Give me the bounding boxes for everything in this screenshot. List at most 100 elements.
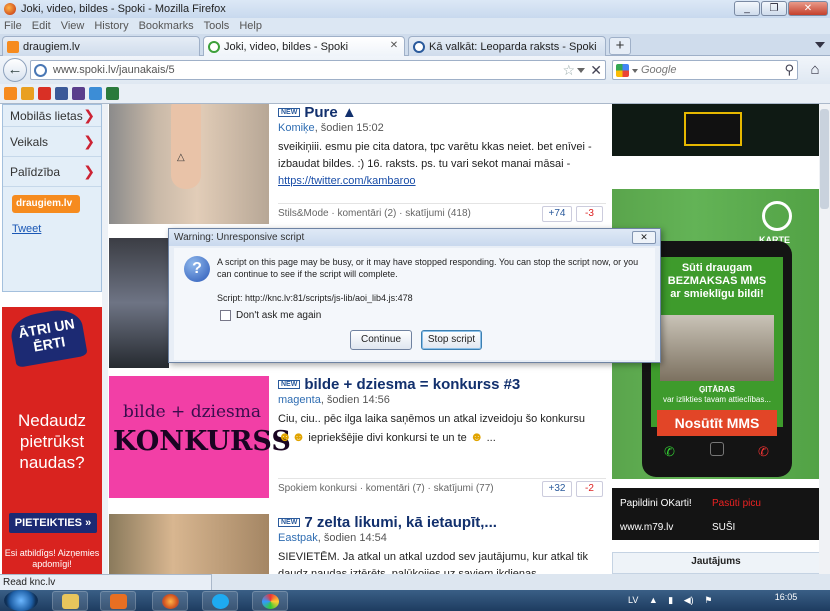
network-icon[interactable]: ▮ — [668, 595, 673, 605]
url-text[interactable]: www.spoki.lv/jaunakais/5 — [53, 64, 175, 76]
checkbox-box[interactable] — [220, 310, 231, 321]
vote-down-button[interactable]: -3 — [576, 206, 603, 222]
google-engine-icon[interactable] — [616, 64, 629, 77]
article-thumbnail[interactable] — [109, 514, 269, 574]
clock[interactable]: 16:05 — [766, 592, 806, 602]
send-mms-button[interactable]: Nosūtīt MMS — [657, 410, 777, 436]
link-papildini[interactable]: Papildini OKarti! — [620, 498, 692, 509]
article-stats: Spokiem konkursi · komentāri (7) · skatī… — [278, 482, 494, 494]
url-bar[interactable]: www.spoki.lv/jaunakais/5 ☆ ✕ — [30, 60, 606, 80]
vote-up-button[interactable]: +74 — [542, 206, 572, 222]
flag-icon[interactable]: ⚑ — [704, 595, 712, 605]
continue-button[interactable]: Continue — [350, 330, 412, 350]
home-button[interactable]: ⌂ — [805, 61, 825, 80]
search-magnifier-icon[interactable]: ⚲ — [784, 62, 794, 78]
link-susi[interactable]: SUŠI — [712, 522, 735, 533]
taskbar-firefox[interactable] — [152, 591, 188, 611]
bookmark-draugiem-icon[interactable] — [4, 87, 17, 100]
article-author[interactable]: Komiķe — [278, 122, 315, 134]
article-thumbnail[interactable] — [109, 238, 169, 368]
tattoo-triangle-icon: △ — [177, 152, 185, 163]
search-engine-chevron-down-icon[interactable] — [632, 69, 638, 73]
article-text: ... — [486, 432, 496, 444]
url-dropdown-chevron-down-icon[interactable] — [577, 68, 585, 73]
tweet-link[interactable]: Tweet — [12, 223, 101, 235]
article-title-row: NEW bilde + dziesma = konkurss #3 — [278, 376, 606, 393]
draugiem-share-button[interactable]: draugiem.lv — [12, 195, 80, 213]
left-column-divider — [102, 104, 108, 574]
search-bar[interactable]: Google ⚲ — [612, 60, 798, 80]
system-tray: LV ▲ ▮ ◀) ⚑ — [628, 590, 712, 611]
dialog-close-button[interactable]: ✕ — [632, 231, 656, 244]
back-button[interactable]: ← — [3, 58, 27, 82]
tab-draugiem[interactable]: draugiem.lv — [2, 36, 200, 56]
tab-label: Kā valkāt: Leoparda raksts - Spoki — [429, 40, 597, 53]
minimize-button[interactable]: _ — [734, 1, 760, 16]
tab-list-chevron-down-icon[interactable] — [815, 42, 825, 48]
bookmark-gmail-icon[interactable] — [38, 87, 51, 100]
taskbar-paint[interactable] — [252, 591, 288, 611]
link-picu[interactable]: Pasūti picu — [712, 498, 761, 509]
menu-bookmarks[interactable]: Bookmarks — [139, 20, 194, 32]
menu-view[interactable]: View — [61, 20, 85, 32]
promo-banner[interactable] — [612, 104, 820, 156]
close-window-button[interactable]: ✕ — [788, 1, 828, 16]
dont-ask-checkbox[interactable]: Don't ask me again — [220, 310, 321, 321]
menu-help[interactable]: Help — [239, 20, 262, 32]
search-input[interactable]: Google — [641, 64, 676, 76]
article-footer: Stils&Mode · komentāri (2) · skatījumi (… — [278, 203, 606, 222]
article-thumbnail[interactable]: bilde + dziesma KONKURSS — [109, 376, 291, 498]
nav-item-help[interactable]: Palīdzība ❯ — [3, 157, 101, 187]
taskbar-skype[interactable] — [202, 591, 238, 611]
ad-apply-button[interactable]: PIETEIKTIES » — [9, 513, 97, 533]
article-time: , šodien 14:54 — [317, 532, 387, 544]
article-thumbnail[interactable]: △ — [109, 104, 269, 224]
article-author[interactable]: Eastpak — [278, 532, 318, 544]
loan-advertisement[interactable]: ĀTRI UN ĒRTI Nedaudz pietrūkst naudas? P… — [2, 307, 102, 574]
article-title[interactable]: 7 zelta likumi, kā ietaupīt,... — [304, 514, 497, 531]
start-button[interactable] — [4, 590, 38, 611]
site-identity-icon[interactable] — [34, 64, 47, 77]
article-title[interactable]: Pure ▲ — [304, 104, 356, 121]
bookmark-people-icon[interactable] — [89, 87, 102, 100]
menu-edit[interactable]: Edit — [32, 20, 51, 32]
status-bar: Read knc.lv — [0, 574, 212, 590]
bookmark-site-icon[interactable] — [72, 87, 85, 100]
menu-tools[interactable]: Tools — [204, 20, 230, 32]
bookmark-inbox-icon[interactable] — [21, 87, 34, 100]
scrollbar-thumb[interactable] — [820, 109, 829, 209]
restore-button[interactable]: ❐ — [761, 1, 787, 16]
folder-icon — [62, 594, 79, 609]
taskbar-media-player[interactable] — [100, 591, 136, 611]
vote-down-button[interactable]: -2 — [576, 481, 603, 497]
gift-box-image — [684, 112, 742, 146]
tray-arrow-icon[interactable]: ▲ — [649, 595, 658, 605]
link-m79[interactable]: www.m79.lv — [620, 522, 673, 533]
nav-item-shop[interactable]: Veikals ❯ — [3, 127, 101, 157]
stop-script-button[interactable]: Stop script — [421, 330, 482, 350]
reload-icon[interactable]: ✕ — [590, 62, 602, 79]
language-indicator[interactable]: LV — [628, 595, 638, 605]
page-scrollbar[interactable] — [819, 104, 830, 574]
question-icon: ? — [184, 256, 210, 282]
tab-label: Joki, video, bildes - Spoki — [224, 41, 349, 53]
new-tab-button[interactable]: + — [609, 37, 631, 55]
taskbar-explorer[interactable] — [52, 591, 88, 611]
menu-history[interactable]: History — [94, 20, 128, 32]
bookmark-facebook-icon[interactable] — [55, 87, 68, 100]
hangup-icon: ✆ — [758, 444, 769, 459]
article-text: Ciu, ciu.. pēc ilga laika saņēmos un atk… — [278, 413, 585, 425]
bookmark-star-icon[interactable]: ☆ — [562, 62, 575, 79]
tab-spoki[interactable]: Joki, video, bildes - Spoki ✕ — [203, 36, 405, 57]
article-title[interactable]: bilde + dziesma = konkurss #3 — [304, 376, 520, 393]
article-link[interactable]: https://twitter.com/kambaroo — [278, 175, 416, 187]
phone-headline-line: ar smieklīgu bildi! — [670, 288, 764, 300]
volume-icon[interactable]: ◀) — [684, 595, 694, 605]
tab-leopard[interactable]: Kā valkāt: Leoparda raksts - Spoki — [408, 36, 606, 56]
article-author[interactable]: magenta — [278, 394, 321, 406]
vote-up-button[interactable]: +32 — [542, 481, 572, 497]
nav-item-mobile[interactable]: Mobilās lietas ❯ — [3, 105, 101, 127]
bookmark-map-icon[interactable] — [106, 87, 119, 100]
menu-file[interactable]: File — [4, 20, 22, 32]
tab-close-icon[interactable]: ✕ — [388, 40, 400, 52]
